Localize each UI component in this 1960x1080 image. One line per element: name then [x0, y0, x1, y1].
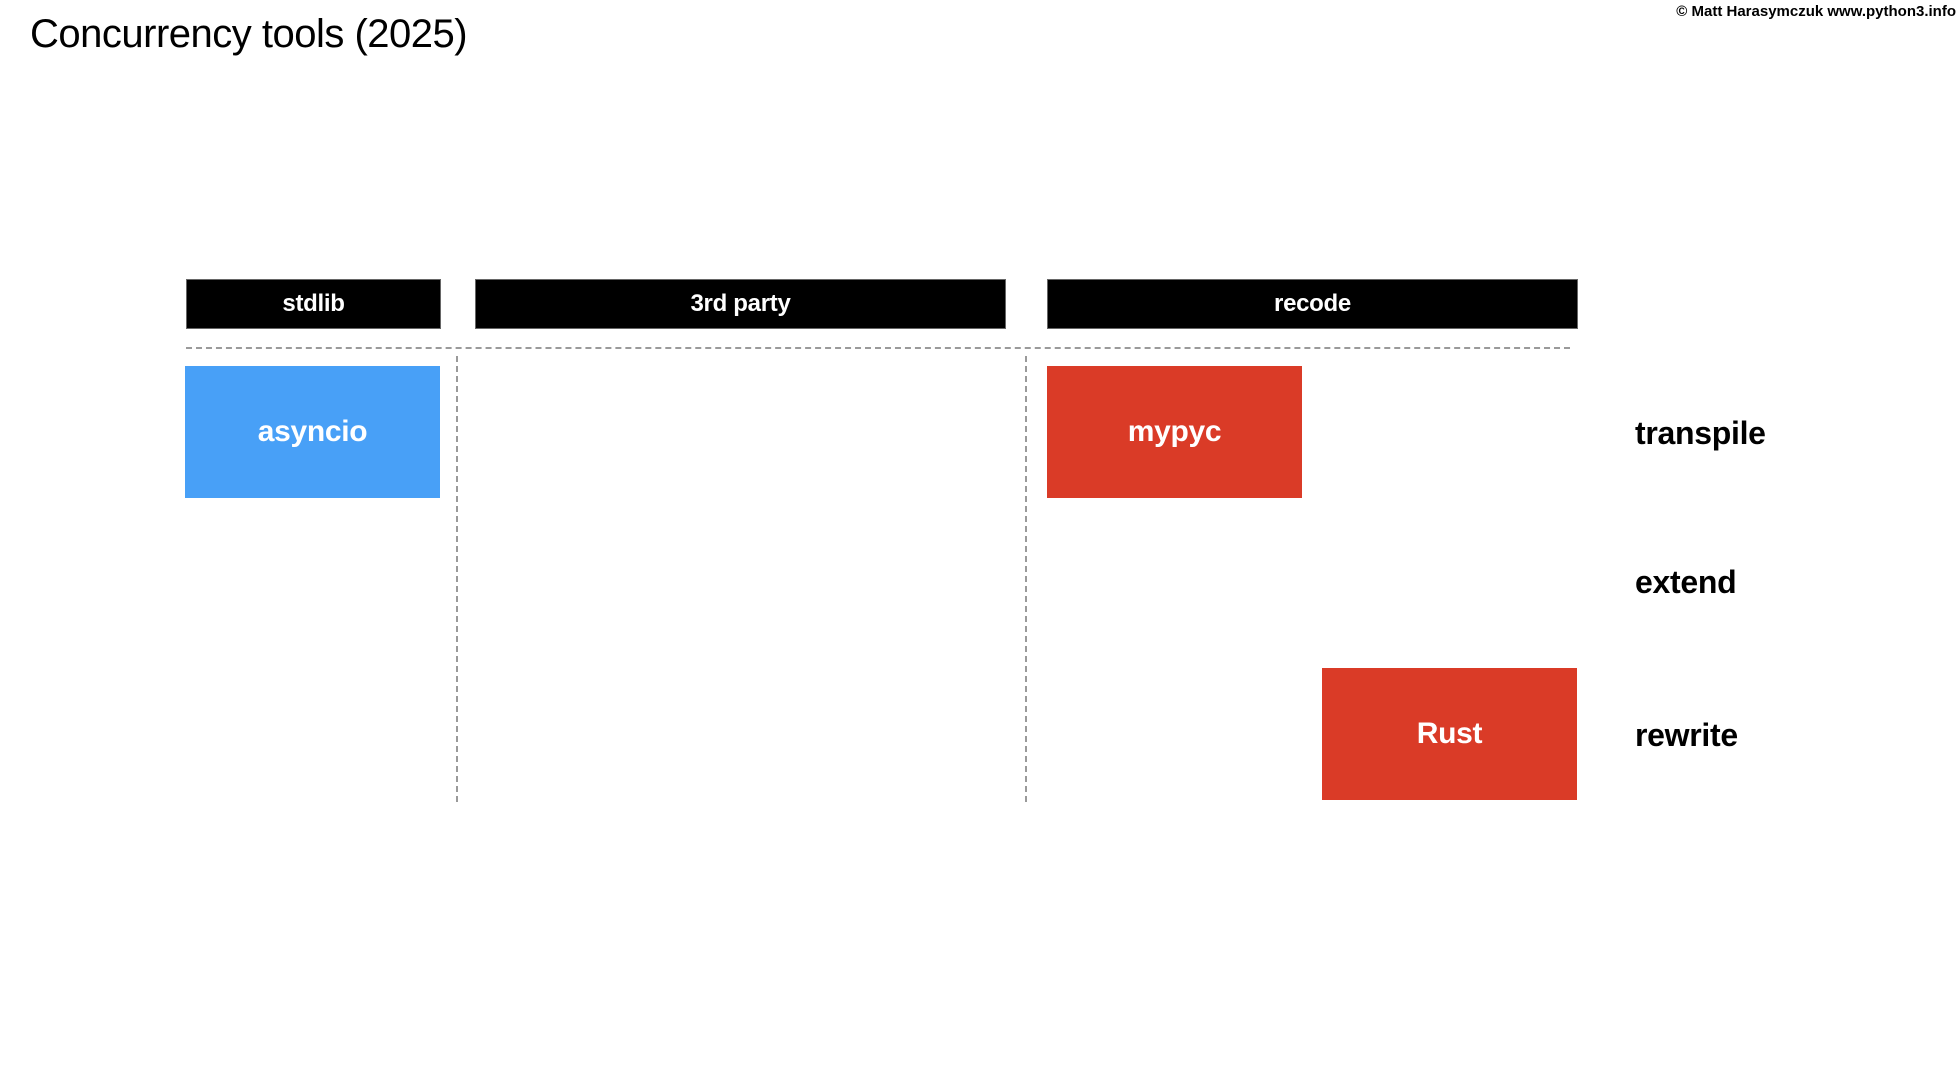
- header-divider-line: [186, 347, 1570, 349]
- column-header-stdlib: stdlib: [186, 279, 441, 329]
- tool-label-mypyc: mypyc: [1127, 415, 1222, 448]
- row-label-rewrite: rewrite: [1635, 717, 1738, 753]
- column-divider-stdlib-3rdparty: [456, 356, 458, 802]
- row-label-transpile: transpile: [1635, 415, 1766, 451]
- tool-label-rust: Rust: [1416, 717, 1483, 750]
- tool-label-asyncio: asyncio: [257, 415, 368, 448]
- column-divider-3rdparty-recode: [1025, 356, 1027, 802]
- tool-box-asyncio: asyncio: [185, 366, 440, 498]
- tool-box-mypyc: mypyc: [1047, 366, 1302, 498]
- column-header-3rd-party: 3rd party: [475, 279, 1006, 329]
- tool-box-rust: Rust: [1322, 668, 1577, 800]
- slide-title: Concurrency tools (2025): [30, 12, 468, 56]
- author-credit: © Matt Harasymczuk www.python3.info: [1676, 3, 1956, 20]
- column-header-recode: recode: [1047, 279, 1578, 329]
- row-label-extend: extend: [1635, 564, 1737, 600]
